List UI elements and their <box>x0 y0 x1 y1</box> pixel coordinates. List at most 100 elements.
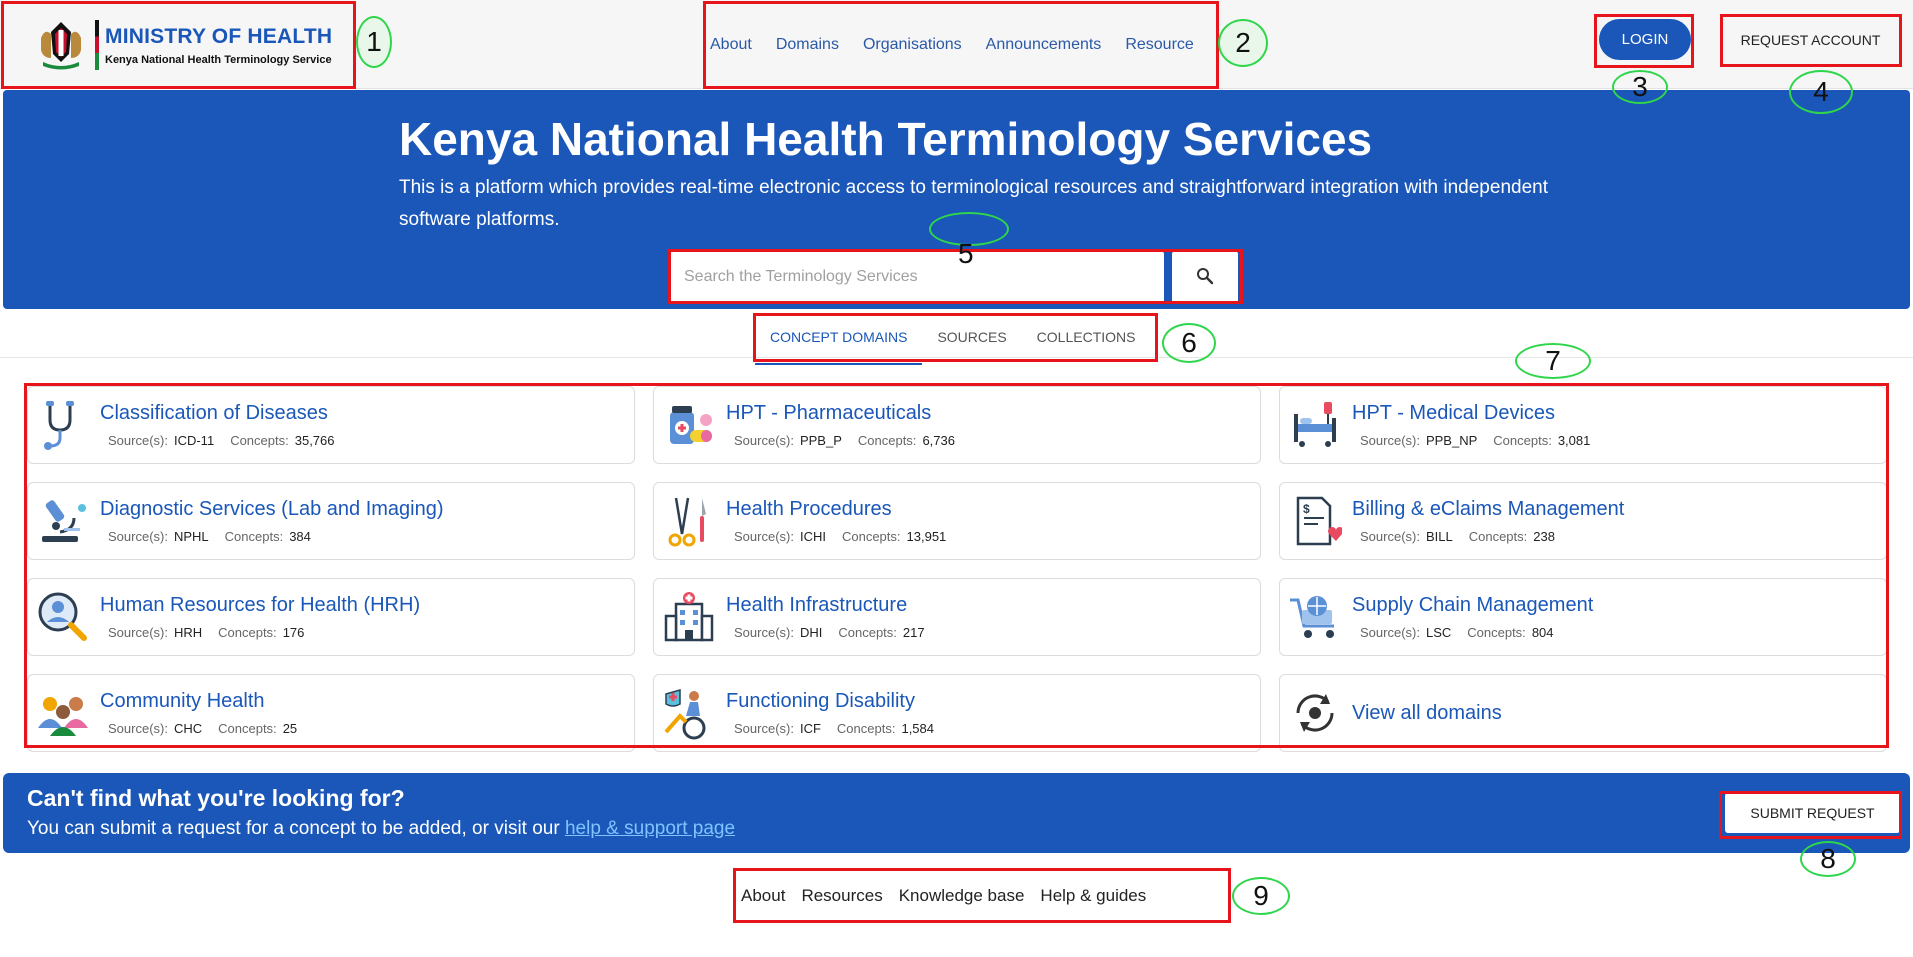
help-support-link[interactable]: help & support page <box>565 818 735 839</box>
hr-search-icon <box>36 590 90 644</box>
footer-about[interactable]: About <box>741 886 785 906</box>
domain-title: Health Procedures <box>726 498 892 520</box>
domain-title: Human Resources for Health (HRH) <box>100 594 421 616</box>
domain-source: DHI <box>799 625 823 640</box>
hero-title: Kenya National Health Terminology Servic… <box>399 113 1373 165</box>
domain-card[interactable]: Human Resources for Health (HRH) Source(… <box>27 578 635 656</box>
domain-source: HRH <box>173 625 203 640</box>
request-account-button[interactable]: REQUEST ACCOUNT <box>1723 15 1898 64</box>
domain-source: NPHL <box>173 529 209 544</box>
tab-bar: CONCEPT DOMAINS SOURCES COLLECTIONS <box>755 313 1155 365</box>
domain-source: ICF <box>799 721 821 736</box>
domain-card[interactable]: Diagnostic Services (Lab and Imaging) So… <box>27 482 635 560</box>
domain-card[interactable]: HPT - Medical Devices Source(s): PPB_NP Co… <box>1279 386 1887 464</box>
sources-label: Source(s): <box>108 721 168 736</box>
domain-source: ICHI <box>799 529 826 544</box>
request-description: You can submit a request for a concept t… <box>27 818 560 839</box>
pills-icon <box>662 398 716 452</box>
domain-concepts: 238 <box>1533 529 1555 544</box>
domain-concepts: 176 <box>282 625 305 640</box>
domain-source: BILL <box>1425 529 1453 544</box>
nav-about[interactable]: About <box>710 36 752 54</box>
nav-organisations[interactable]: Organisations <box>863 36 962 54</box>
domain-title: Health Infrastructure <box>726 594 908 616</box>
domain-source: PPB_P <box>799 433 842 448</box>
login-button[interactable]: LOGIN <box>1599 19 1691 60</box>
tab-sources[interactable]: SOURCES <box>922 313 1021 361</box>
view-all-domains-link[interactable]: View all domains <box>1352 702 1502 725</box>
sources-label: Source(s): <box>1360 529 1420 544</box>
sources-label: Source(s): <box>108 433 168 448</box>
footer-nav: About Resources Knowledge base Help & gu… <box>736 869 1229 922</box>
coat-of-arms-icon <box>35 18 87 72</box>
nav-announcements[interactable]: Announcements <box>986 36 1102 54</box>
refresh-circle-icon <box>1288 686 1342 740</box>
tab-collections[interactable]: COLLECTIONS <box>1022 313 1151 361</box>
concepts-label: Concepts: <box>224 529 284 544</box>
concepts-label: Concepts: <box>1467 625 1526 640</box>
domain-card[interactable]: Classification of Diseases Source(s): ICD… <box>27 386 635 464</box>
domain-concepts: 804 <box>1531 625 1554 640</box>
sources-label: Source(s): <box>734 433 794 448</box>
sources-label: Source(s): <box>734 625 794 640</box>
nav-domains[interactable]: Domains <box>776 36 839 54</box>
invoice-icon: $ <box>1288 494 1343 548</box>
wheelchair-icon <box>662 686 716 740</box>
domain-source: PPB_NP <box>1425 433 1478 448</box>
domain-card[interactable]: Health Procedures Source(s): ICHI Concepts… <box>653 482 1261 560</box>
domain-card[interactable]: Functioning Disability Source(s): ICF Conc… <box>653 674 1261 752</box>
domain-card[interactable]: Health Infrastructure Source(s): DHI Conce… <box>653 578 1261 656</box>
domain-grid: Classification of Diseases Source(s): ICD… <box>27 386 1887 752</box>
search-bar <box>668 251 1242 303</box>
sources-label: Source(s): <box>1360 625 1420 640</box>
community-icon <box>36 686 90 740</box>
domain-concepts: 25 <box>282 721 298 736</box>
view-all-domains-card[interactable]: View all domains <box>1279 674 1887 752</box>
surgical-tools-icon <box>662 494 716 548</box>
hospital-building-icon <box>662 590 716 644</box>
footer-resources[interactable]: Resources <box>801 886 882 906</box>
search-input[interactable] <box>668 251 1164 303</box>
search-button[interactable] <box>1172 251 1238 303</box>
hero-description: This is a platform which provides real-t… <box>399 177 1548 230</box>
concepts-label: Concepts: <box>218 721 277 736</box>
nav-resources[interactable]: Resource <box>1125 36 1193 54</box>
domain-concepts: 1,584 <box>901 721 935 736</box>
domain-card[interactable]: Community Health Source(s): CHC Concepts: 2… <box>27 674 635 752</box>
ministry-logo[interactable]: MINISTRY OF HEALTH Kenya National Health… <box>1 1 354 89</box>
domain-concepts: 35,766 <box>294 433 335 448</box>
concepts-label: Concepts: <box>1468 529 1528 544</box>
domain-title: Classification of Diseases <box>100 402 328 424</box>
request-title: Can't find what you're looking for? <box>27 785 405 811</box>
annotation-label-9: 9 <box>1232 877 1290 915</box>
domain-card[interactable]: HPT - Pharmaceuticals Source(s): PPB_P Con… <box>653 386 1261 464</box>
sources-label: Source(s): <box>108 529 168 544</box>
domain-concepts: 217 <box>902 625 925 640</box>
site-header: MINISTRY OF HEALTH Kenya National Health… <box>0 0 1913 89</box>
request-banner: Can't find what you're looking for? You … <box>3 773 1910 853</box>
footer-help-guides[interactable]: Help & guides <box>1040 886 1146 906</box>
domain-concepts: 6,736 <box>922 433 955 448</box>
tab-concept-domains[interactable]: CONCEPT DOMAINS <box>755 313 923 365</box>
domain-card[interactable]: $ Billing & eClaims Management Source(s)… <box>1279 482 1887 560</box>
domain-concepts: 384 <box>289 529 311 544</box>
concepts-label: Concepts: <box>857 433 917 448</box>
flag-stripe <box>95 20 99 70</box>
domain-title: HPT - Pharmaceuticals <box>726 402 932 424</box>
domain-source: LSC <box>1425 625 1452 640</box>
annotation-label-7: 7 <box>1515 343 1591 379</box>
concepts-label: Concepts: <box>838 625 897 640</box>
domain-card[interactable]: Supply Chain Management Source(s): LSC Con… <box>1279 578 1887 656</box>
concepts-label: Concepts: <box>1493 433 1552 448</box>
logo-subtitle: Kenya National Health Terminology Servic… <box>105 53 332 66</box>
concepts-label: Concepts: <box>230 433 289 448</box>
footer-knowledge-base[interactable]: Knowledge base <box>899 886 1025 906</box>
domain-source: ICD-11 <box>173 433 215 448</box>
domain-title: Supply Chain Management <box>1352 594 1594 616</box>
search-icon <box>1196 267 1214 288</box>
top-nav: About Domains Organisations Announcement… <box>703 1 1219 89</box>
concepts-label: Concepts: <box>841 529 901 544</box>
concepts-label: Concepts: <box>218 625 277 640</box>
submit-request-button[interactable]: SUBMIT REQUEST <box>1725 793 1900 833</box>
domain-title: Billing & eClaims Management <box>1352 498 1625 520</box>
